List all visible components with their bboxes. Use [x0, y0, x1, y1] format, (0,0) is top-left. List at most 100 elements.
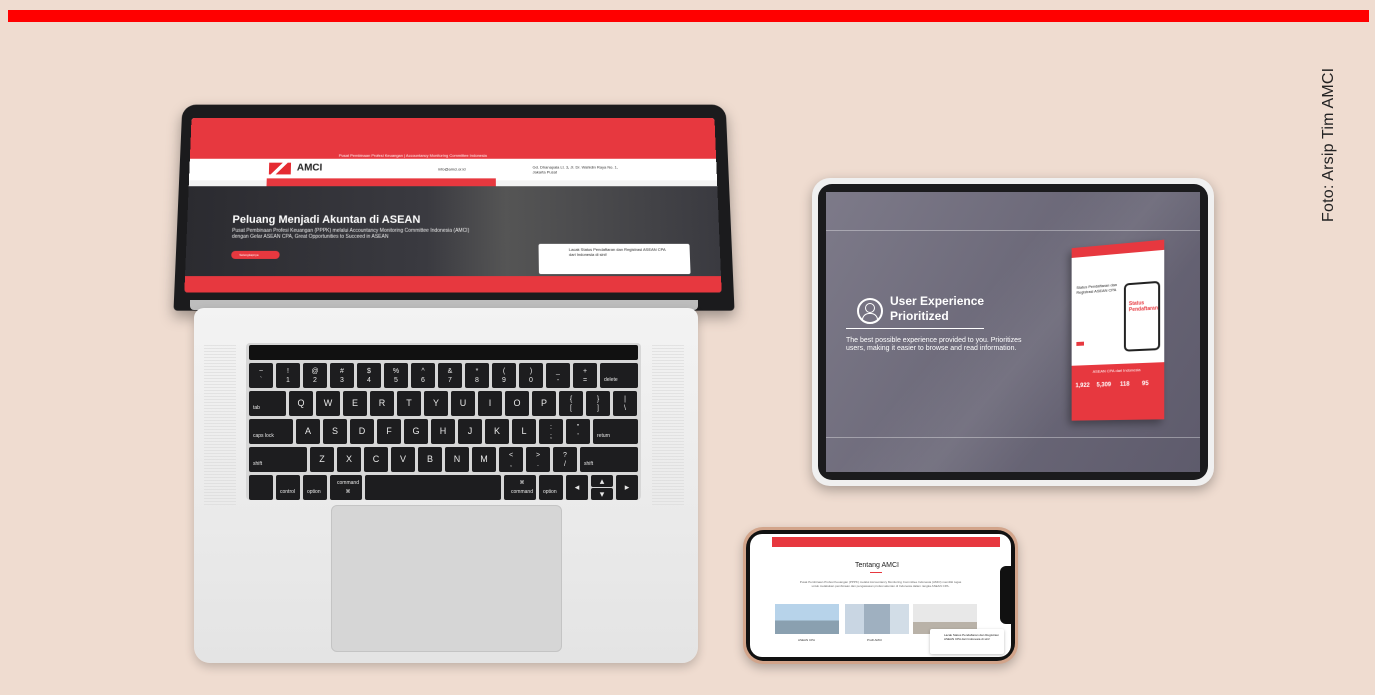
- letter-key[interactable]: N: [445, 447, 469, 472]
- site-top-text: Pusat Pembinaan Profesi Keuangan | Accou…: [338, 152, 487, 158]
- letter-key[interactable]: H: [431, 419, 455, 444]
- letter-key[interactable]: C: [364, 447, 388, 472]
- space-bar[interactable]: [365, 475, 501, 500]
- number-key[interactable]: ^ 6: [411, 363, 435, 388]
- speaker-grille-left: [204, 345, 236, 505]
- touch-bar[interactable]: [249, 345, 638, 360]
- phone-section-text: Pusat Pembinaan Profesi Keuangan (PPPK) …: [799, 580, 962, 588]
- website-mockup: Status Pendaftaran dan Registrasi ASEAN …: [1071, 239, 1165, 421]
- phone-menu-profil[interactable]: PROFIL: [799, 547, 810, 551]
- letter-key[interactable]: J: [458, 419, 482, 444]
- letter-key[interactable]: I: [478, 391, 502, 416]
- stat-value: 118: [1119, 381, 1130, 388]
- site-menu: HOME PROFIL ASEAN CPA AFTA BERITA KONTAK: [266, 178, 496, 192]
- status-popup-text: Lacak Status Pendaftaran dan Registrasi …: [568, 246, 666, 257]
- letter-key[interactable]: X: [337, 447, 361, 472]
- symbol-key[interactable]: { [: [559, 391, 583, 416]
- letter-key[interactable]: P: [532, 391, 556, 416]
- letter-key[interactable]: F: [377, 419, 401, 444]
- command-key-left[interactable]: command ⌘: [330, 475, 362, 500]
- phone-menu-berita[interactable]: BERITA: [876, 547, 887, 551]
- symbol-key[interactable]: ? /: [553, 447, 577, 472]
- phone-menu-kontak[interactable]: KONTAK: [900, 547, 913, 551]
- letter-key[interactable]: O: [505, 391, 529, 416]
- letter-key[interactable]: T: [397, 391, 421, 416]
- stat-value: 1,922: [1075, 382, 1090, 390]
- shift-key-right[interactable]: shift: [580, 447, 638, 472]
- arrow-up-key[interactable]: ▴: [591, 475, 613, 487]
- phone-screen: HOME PROFIL ASEAN CPA AFTA BERITA KONTAK…: [750, 534, 1011, 657]
- number-key[interactable]: ! 1: [276, 363, 300, 388]
- number-key[interactable]: * 8: [465, 363, 489, 388]
- user-icon: [857, 298, 883, 324]
- feature-description: The best possible experience provided to…: [846, 337, 1022, 352]
- phone-menu-home[interactable]: HOME: [777, 547, 786, 551]
- number-key[interactable]: & 7: [438, 363, 462, 388]
- mockup-button: [1076, 341, 1085, 346]
- number-key[interactable]: _ -: [546, 363, 570, 388]
- letter-key[interactable]: G: [404, 419, 428, 444]
- shift-key-left[interactable]: shift: [249, 447, 307, 472]
- fn-key[interactable]: [249, 475, 273, 500]
- option-key[interactable]: option: [303, 475, 327, 500]
- letter-key[interactable]: D: [350, 419, 374, 444]
- symbol-key[interactable]: < ,: [499, 447, 523, 472]
- number-key[interactable]: ( 9: [492, 363, 516, 388]
- trackpad[interactable]: [331, 505, 562, 652]
- number-key[interactable]: ~ `: [249, 363, 273, 388]
- letter-key[interactable]: U: [451, 391, 475, 416]
- letter-key[interactable]: Y: [424, 391, 448, 416]
- option-key-right[interactable]: option: [539, 475, 563, 500]
- number-key[interactable]: # 3: [330, 363, 354, 388]
- number-key[interactable]: ) 0: [519, 363, 543, 388]
- symbol-key[interactable]: " ': [566, 419, 590, 444]
- caps-lock-key[interactable]: caps lock: [249, 419, 293, 444]
- letter-key[interactable]: E: [343, 391, 367, 416]
- control-key[interactable]: control: [276, 475, 300, 500]
- command-key-right[interactable]: ⌘ command: [504, 475, 536, 500]
- letter-key[interactable]: S: [323, 419, 347, 444]
- letter-key[interactable]: W: [316, 391, 340, 416]
- tablet-screen: User Experience Prioritized The best pos…: [826, 192, 1200, 472]
- hero-title: Peluang Menjadi Akuntan di ASEAN: [232, 213, 421, 226]
- amci-logo-icon[interactable]: [268, 162, 292, 175]
- letter-key[interactable]: A: [296, 419, 320, 444]
- photo-credit: Foto: Arsip Tim AMCI: [1320, 67, 1337, 222]
- number-key[interactable]: $ 4: [357, 363, 381, 388]
- site-logo-text[interactable]: AMCI: [297, 163, 323, 174]
- number-key[interactable]: % 5: [384, 363, 408, 388]
- return-key[interactable]: return: [593, 419, 638, 444]
- letter-key[interactable]: V: [391, 447, 415, 472]
- letter-key[interactable]: Q: [289, 391, 313, 416]
- delete-key[interactable]: delete: [600, 363, 638, 388]
- feature-divider: [846, 328, 984, 329]
- letter-key[interactable]: R: [370, 391, 394, 416]
- mockup-stats-band: ASEAN CPA dari Indonesia 1,922 5,309 118…: [1071, 362, 1165, 421]
- symbol-key[interactable]: : ;: [539, 419, 563, 444]
- phone-menu-afta[interactable]: AFTA: [855, 547, 863, 551]
- hero-button[interactable]: Selengkapnya: [231, 250, 280, 259]
- letter-key[interactable]: K: [485, 419, 509, 444]
- arrow-left-key[interactable]: ◂: [566, 475, 588, 500]
- tab-key[interactable]: tab: [249, 391, 286, 416]
- symbol-key[interactable]: | \: [613, 391, 637, 416]
- phone-nav: HOME PROFIL ASEAN CPA AFTA BERITA KONTAK: [772, 537, 1000, 551]
- site-email[interactable]: info@amci.or.id: [438, 167, 466, 172]
- top-red-bar: [8, 10, 1369, 22]
- arrow-right-key[interactable]: ▸: [616, 475, 638, 500]
- letter-key[interactable]: L: [512, 419, 536, 444]
- letter-key[interactable]: M: [472, 447, 496, 472]
- flags-image[interactable]: [775, 604, 839, 634]
- letter-key[interactable]: Z: [310, 447, 334, 472]
- number-key[interactable]: + =: [573, 363, 597, 388]
- letter-key[interactable]: B: [418, 447, 442, 472]
- building-image[interactable]: [845, 604, 909, 634]
- site-bottom-band: [184, 276, 722, 293]
- symbol-key[interactable]: } ]: [586, 391, 610, 416]
- site-address: Gd. Dhanapala Lt. 3, Jl. Dr. Wahidin Ray…: [532, 164, 619, 175]
- number-key[interactable]: @ 2: [303, 363, 327, 388]
- arrow-down-key[interactable]: ▾: [591, 488, 613, 500]
- phone-popup-text: Lacak Status Pendaftaran dan Registrasi …: [944, 633, 999, 641]
- phone-menu-asean-cpa[interactable]: ASEAN CPA: [824, 547, 841, 551]
- symbol-key[interactable]: > .: [526, 447, 550, 472]
